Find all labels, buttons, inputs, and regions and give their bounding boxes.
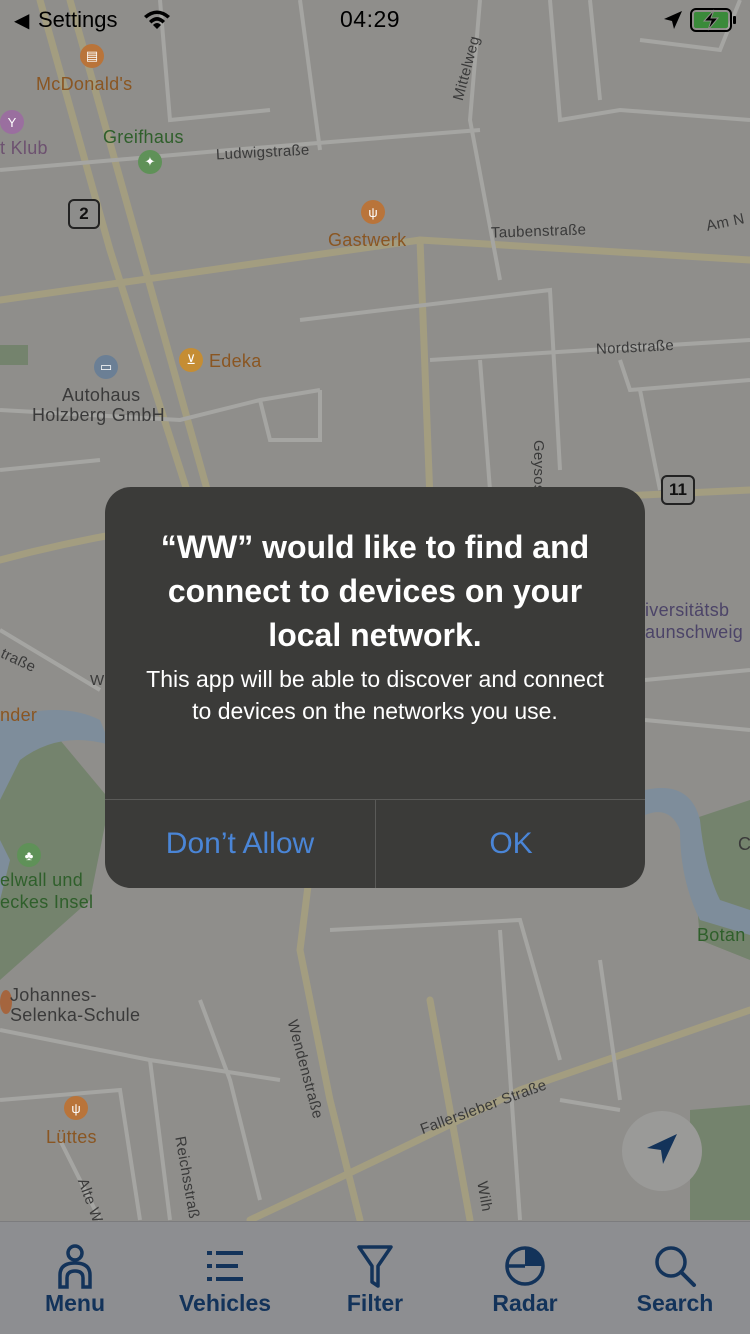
recenter-location-button[interactable] bbox=[622, 1111, 702, 1191]
poi-label: t Klub bbox=[0, 138, 48, 158]
poi-label: Holzberg GmbH bbox=[32, 405, 165, 425]
route-shield: 2 bbox=[68, 199, 100, 229]
alert-title: “WW” would like to find and connect to d… bbox=[160, 529, 590, 653]
location-arrow-icon bbox=[662, 9, 684, 36]
local-network-permission-alert: “WW” would like to find and connect to d… bbox=[105, 487, 645, 888]
tab-label: Vehicles bbox=[178, 1290, 272, 1316]
battery-charging-icon bbox=[690, 7, 738, 38]
poi-label: Autohaus bbox=[62, 385, 141, 405]
search-icon bbox=[653, 1242, 697, 1290]
restaurant-icon: ψ bbox=[361, 200, 385, 224]
cocktail-icon: Y bbox=[0, 110, 24, 134]
restaurant-icon: ▤ bbox=[80, 44, 104, 68]
poi-label: Johannes- bbox=[10, 985, 97, 1005]
poi-label: Botan bbox=[697, 925, 746, 945]
poi-label: iversitätsb bbox=[645, 600, 730, 620]
shopping-cart-icon: ⊻ bbox=[179, 348, 203, 372]
tab-label: Filter bbox=[346, 1290, 404, 1316]
tab-vehicles[interactable]: Vehicles bbox=[150, 1222, 300, 1334]
navigation-arrow-icon bbox=[643, 1130, 681, 1173]
ok-button[interactable]: OK bbox=[376, 800, 645, 888]
fitness-icon: ✦ bbox=[138, 150, 162, 174]
street-label: Taubenstraße bbox=[490, 221, 587, 242]
tab-filter[interactable]: Filter bbox=[300, 1222, 450, 1334]
poi-label: eckes Insel bbox=[0, 892, 94, 912]
tab-radar[interactable]: Radar bbox=[450, 1222, 600, 1334]
tab-bar: Menu Vehicles Filter Radar Search bbox=[0, 1221, 750, 1334]
poi-label: elwall und bbox=[0, 870, 84, 890]
poi-label: Greifhaus bbox=[103, 127, 184, 147]
filter-icon bbox=[355, 1242, 395, 1290]
poi-label: McDonald's bbox=[36, 74, 133, 94]
wifi-icon bbox=[142, 9, 172, 36]
route-shield: 11 bbox=[661, 475, 695, 505]
tab-label: Search bbox=[636, 1290, 714, 1316]
park-icon: ♣ bbox=[17, 843, 41, 867]
tab-label: Menu bbox=[44, 1290, 106, 1316]
tab-menu[interactable]: Menu bbox=[0, 1222, 150, 1334]
clock: 04:29 bbox=[340, 6, 401, 32]
poi-label: Gastwerk bbox=[328, 230, 407, 250]
poi-label: Selenka-Schule bbox=[10, 1005, 141, 1025]
street-label: W bbox=[90, 672, 105, 689]
tab-label: Radar bbox=[492, 1290, 558, 1316]
poi-label: Edeka bbox=[209, 351, 262, 371]
status-bar: ◀ Settings 04:29 bbox=[0, 0, 750, 40]
radar-icon bbox=[503, 1242, 547, 1290]
poi-label: aunschweig bbox=[645, 622, 744, 642]
back-to-settings-link[interactable]: Settings bbox=[38, 7, 118, 33]
dont-allow-button[interactable]: Don’t Allow bbox=[105, 800, 375, 888]
list-icon bbox=[205, 1242, 245, 1290]
restaurant-icon: ψ bbox=[64, 1096, 88, 1120]
alert-message: This app will be able to discover and co… bbox=[146, 666, 604, 724]
back-arrow-icon[interactable]: ◀ bbox=[14, 8, 29, 33]
poi-label: nder bbox=[0, 705, 38, 725]
poi-label: Lüttes bbox=[46, 1127, 97, 1147]
car-icon: ▭ bbox=[94, 355, 118, 379]
person-icon bbox=[55, 1242, 95, 1290]
tab-search[interactable]: Search bbox=[600, 1222, 750, 1334]
poi-label: C bbox=[738, 834, 750, 854]
